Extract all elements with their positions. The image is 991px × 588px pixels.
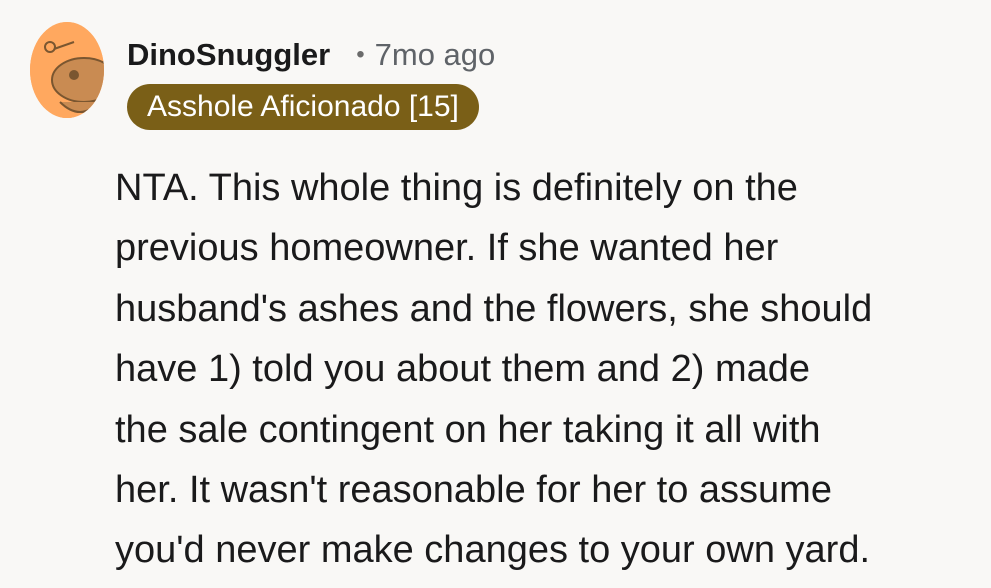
snoo-avatar-icon xyxy=(30,22,104,118)
comment-header: DinoSnuggler • 7mo ago xyxy=(127,36,495,74)
username-link[interactable]: DinoSnuggler xyxy=(127,36,330,74)
comment-body-line: her. It wasn't reasonable for her to ass… xyxy=(115,469,832,512)
comment-body-line: you'd never make changes to your own yar… xyxy=(115,529,871,572)
comment-body-line: have 1) told you about them and 2) made xyxy=(115,348,811,391)
separator-dot: • xyxy=(356,41,365,68)
comment-body-line: NTA. This whole thing is definitely on t… xyxy=(115,167,798,209)
timestamp[interactable]: 7mo ago xyxy=(375,36,496,74)
comment-body-line: husband's ashes and the flowers, she sho… xyxy=(115,287,873,330)
avatar[interactable] xyxy=(30,22,104,118)
comment-body-line: previous homeowner. If she wanted her xyxy=(115,227,779,270)
comment-body-line: the sale contingent on her taking it all… xyxy=(115,408,821,451)
user-flair-badge: Asshole Aficionado [15] xyxy=(127,84,479,130)
comment-body: NTA. This whole thing is definitely on t… xyxy=(115,158,975,581)
